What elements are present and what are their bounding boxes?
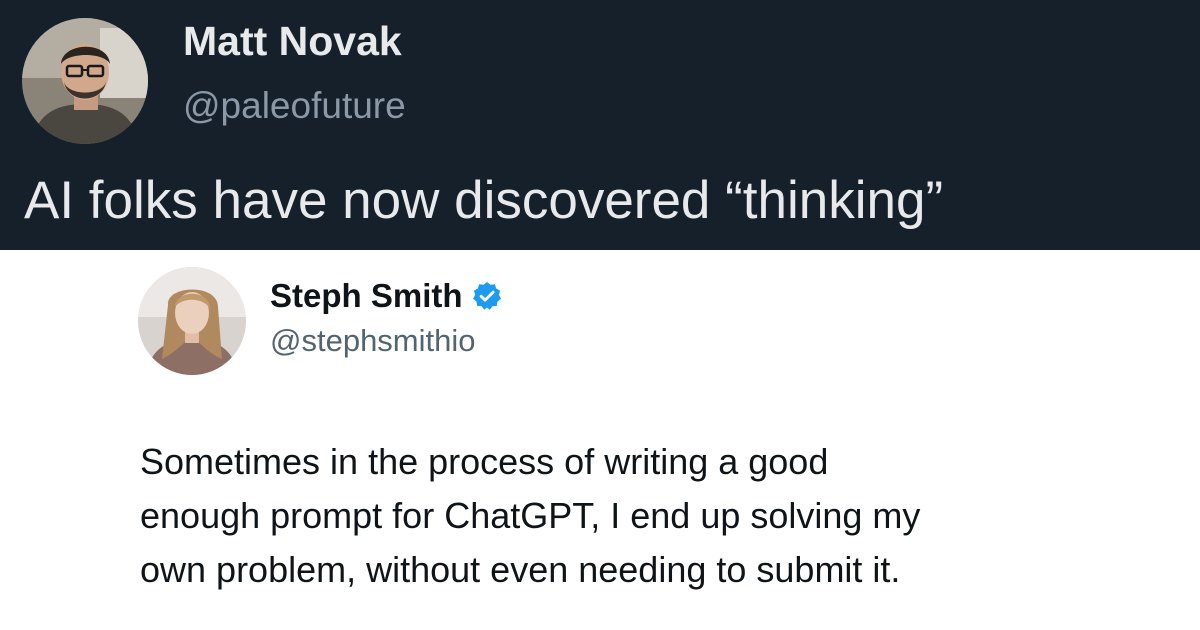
user-handle[interactable]: @stephsmithio (270, 323, 476, 359)
display-name[interactable]: Steph Smith (270, 277, 463, 315)
display-name[interactable]: Matt Novak (183, 18, 402, 65)
tweet-text: Sometimes in the process of writing a go… (140, 441, 921, 590)
profile-photo-man-glasses-icon (22, 18, 148, 144)
avatar[interactable] (138, 267, 246, 375)
tweet-text: AI folks have now discovered “thinking” (24, 171, 944, 230)
profile-photo-woman-icon (138, 267, 246, 375)
outer-tweet: Matt Novak @paleofuture AI folks have no… (0, 0, 1200, 250)
quoted-author-row: Steph Smith (270, 276, 503, 316)
avatar[interactable] (22, 18, 148, 144)
verified-badge-icon (471, 280, 503, 312)
user-handle[interactable]: @paleofuture (183, 85, 406, 127)
quoted-tweet[interactable]: Steph Smith @stephsmithio Sometimes in t… (0, 250, 1200, 630)
